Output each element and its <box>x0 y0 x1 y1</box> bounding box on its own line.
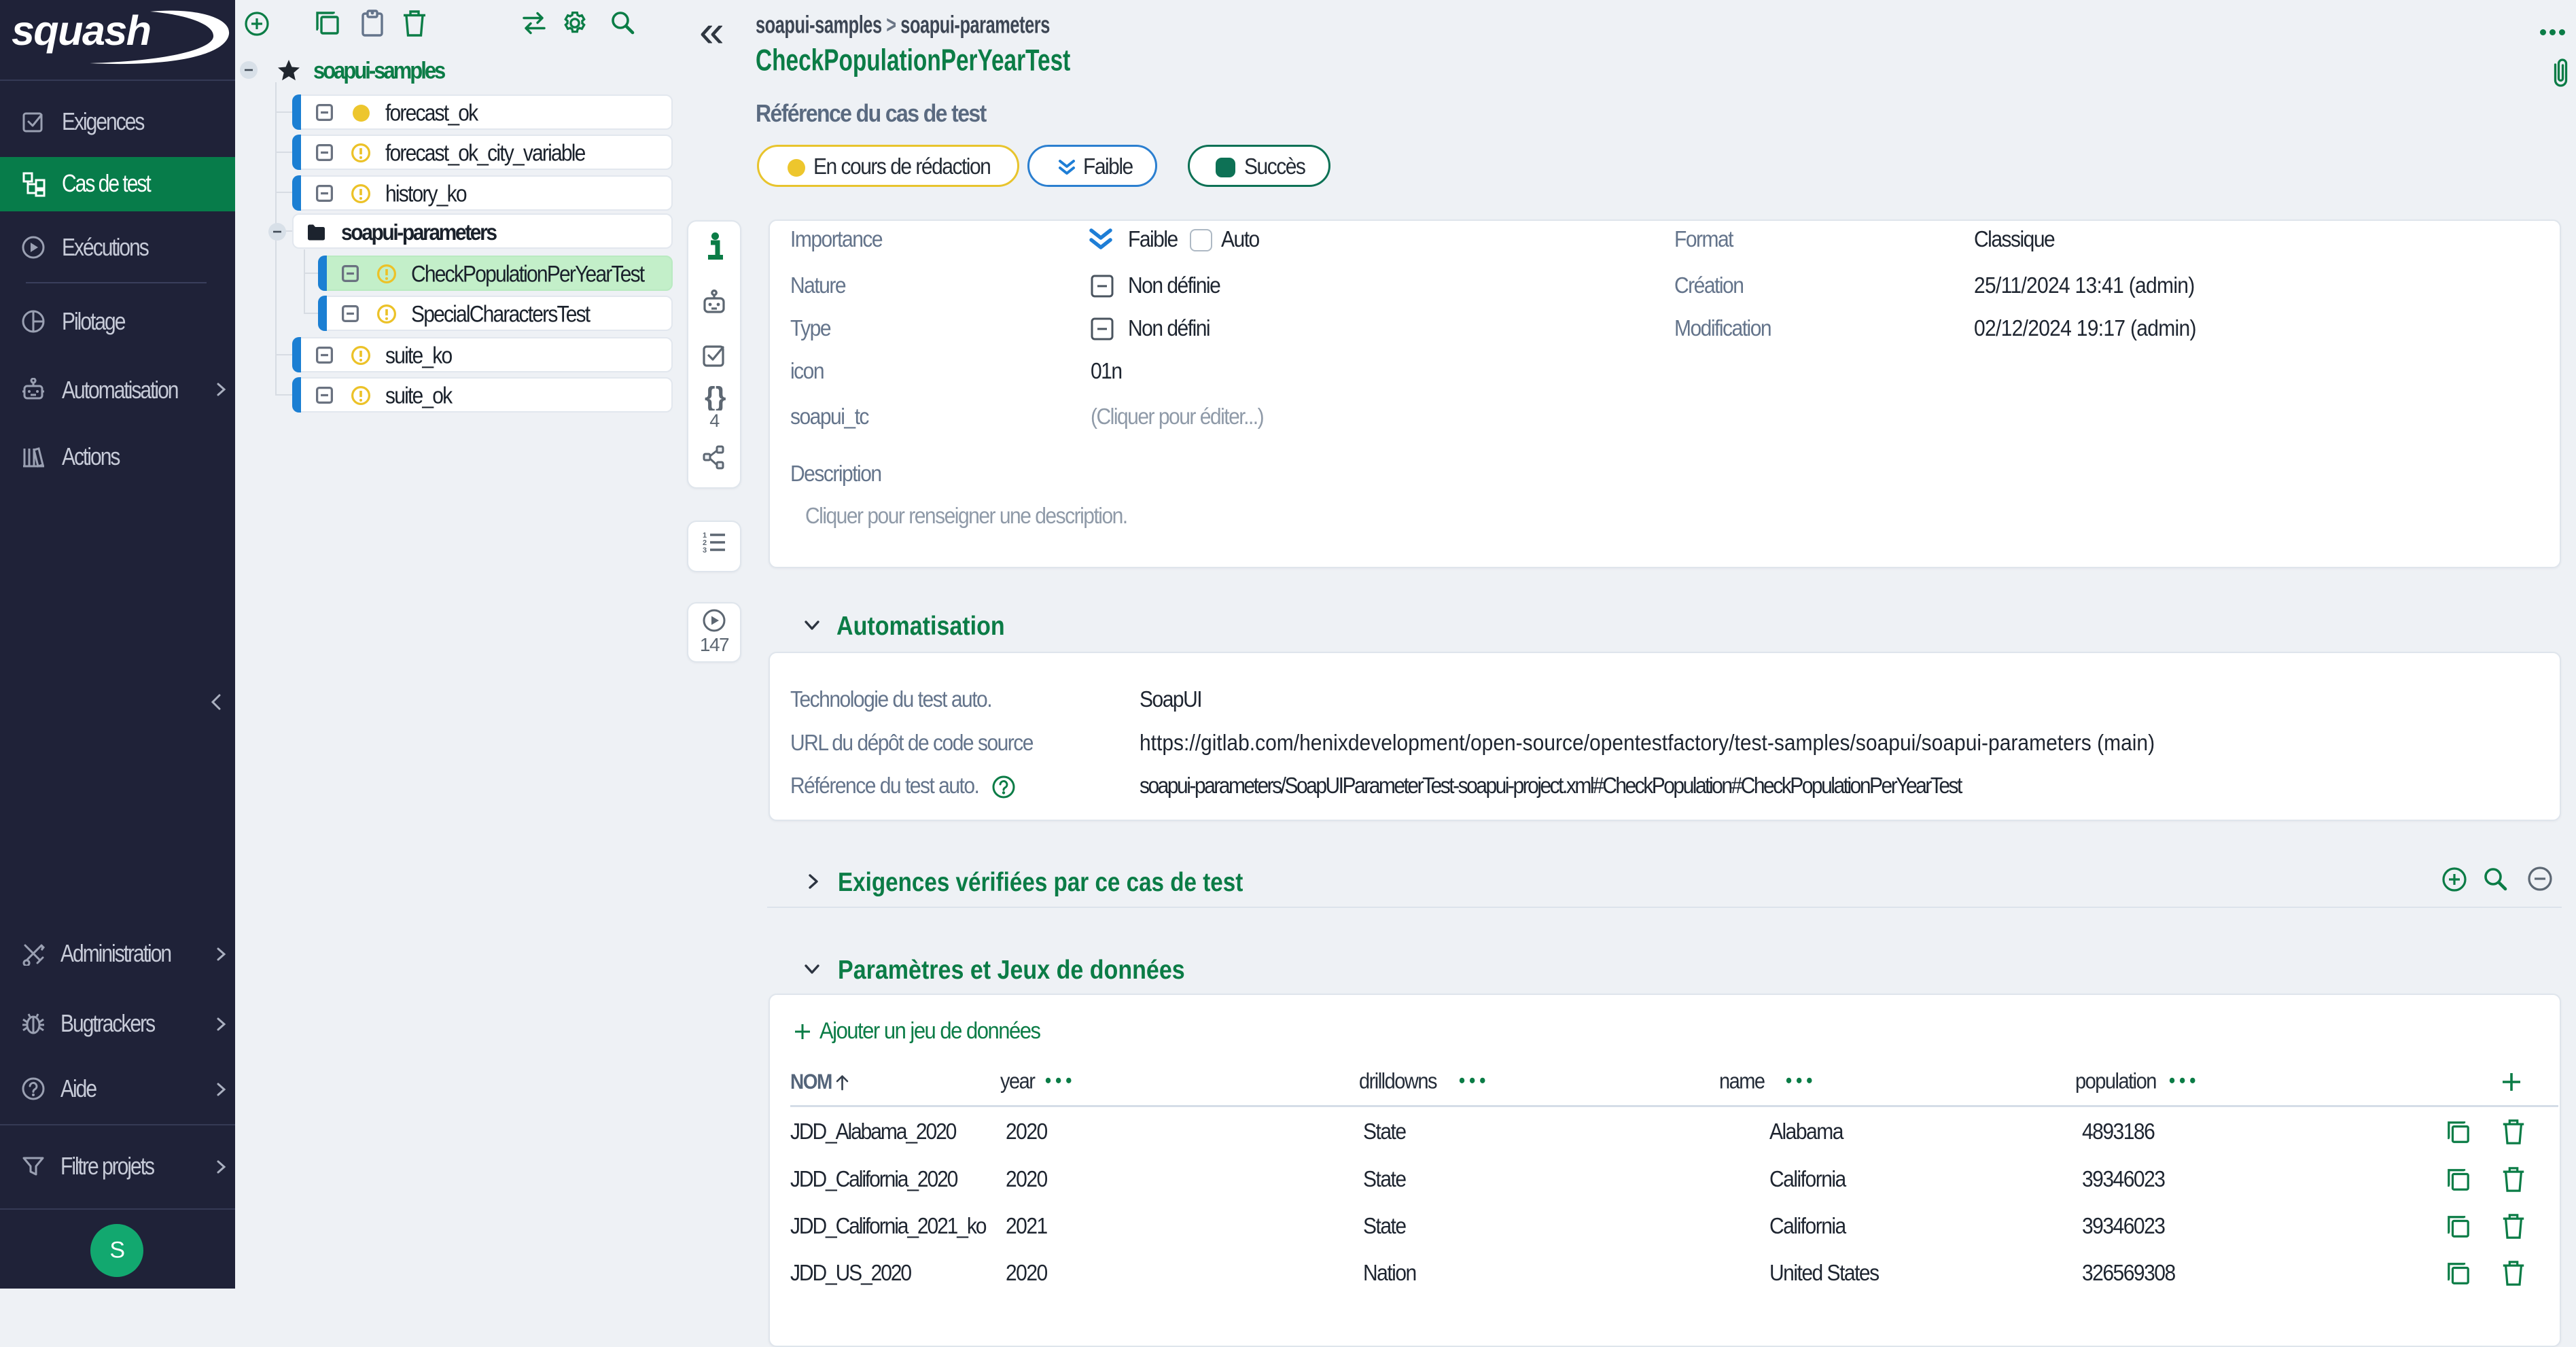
svg-text:squash: squash <box>12 7 151 54</box>
svg-text:3: 3 <box>703 546 707 555</box>
